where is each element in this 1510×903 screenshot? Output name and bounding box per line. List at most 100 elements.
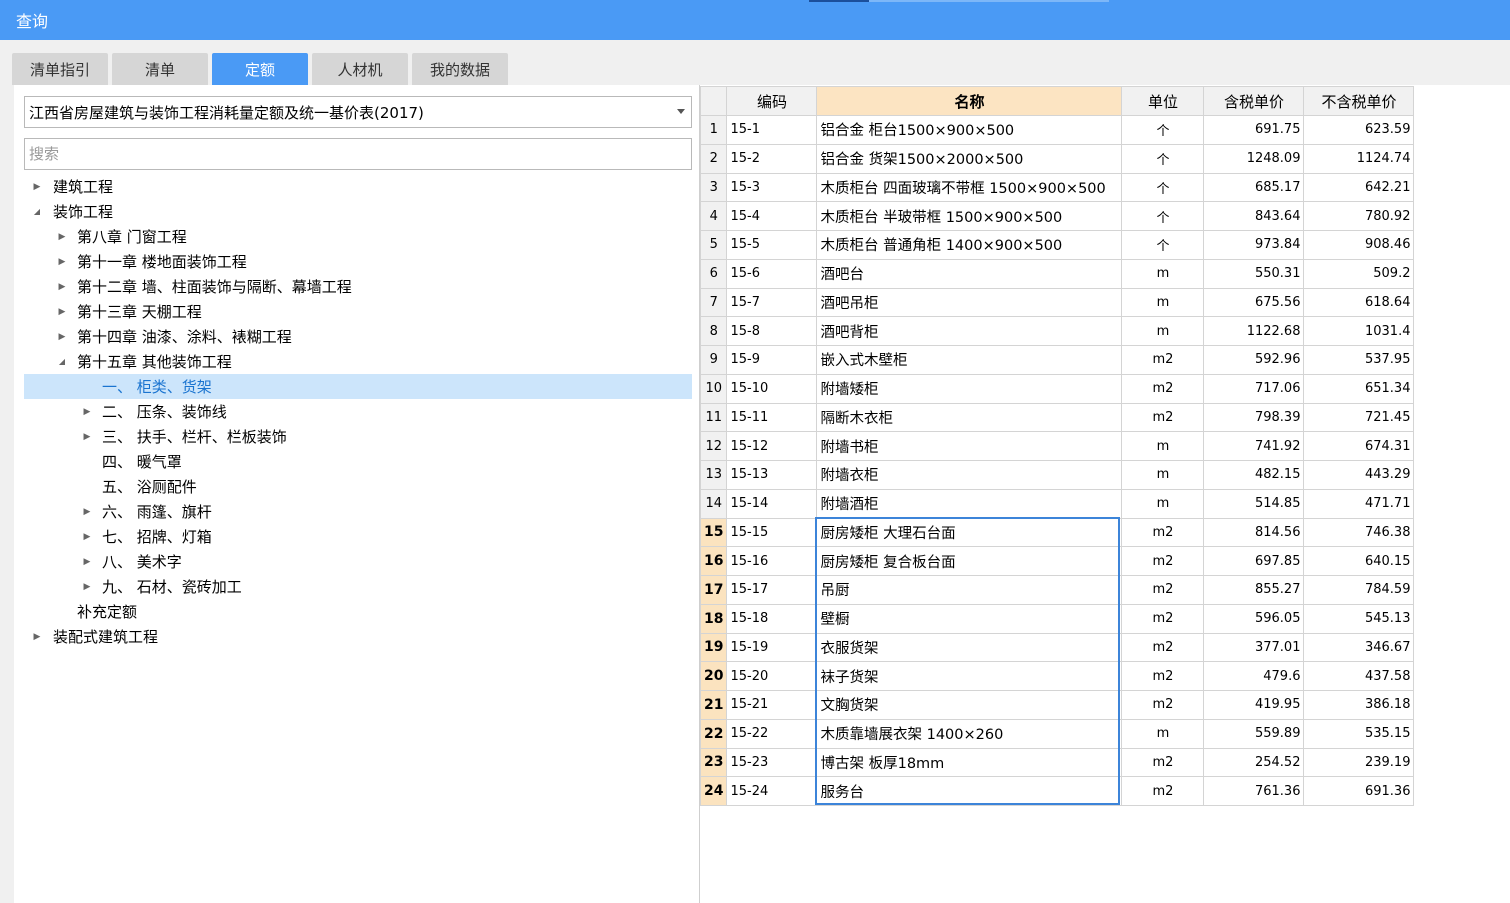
tree-node[interactable]: 四、 暖气罩 <box>24 449 692 474</box>
column-header-code[interactable]: 编码 <box>726 86 818 116</box>
quota-name-cell[interactable]: 壁橱 <box>816 603 1123 634</box>
column-header-price-with-tax[interactable]: 含税单价 <box>1203 86 1305 116</box>
search-field[interactable] <box>24 138 692 170</box>
row-number-cell[interactable]: 3 <box>699 172 728 203</box>
quota-code-cell[interactable]: 15-23 <box>726 747 818 778</box>
collapse-arrow-icon[interactable]: ▶ <box>82 532 92 542</box>
tree-node[interactable]: ◢ 第十五章 其他装饰工程 <box>24 349 692 374</box>
quota-name-cell[interactable]: 酒吧背柜 <box>816 316 1123 346</box>
price-without-tax-cell[interactable]: 642.21 <box>1303 172 1415 203</box>
price-with-tax-cell[interactable]: 685.17 <box>1203 172 1305 203</box>
column-header-price-without-tax[interactable]: 不含税单价 <box>1303 86 1415 116</box>
price-with-tax-cell[interactable]: 973.84 <box>1203 230 1305 260</box>
search-input[interactable] <box>25 139 691 169</box>
unit-cell[interactable]: 个 <box>1121 172 1205 203</box>
collapse-arrow-icon[interactable]: ▶ <box>57 282 67 292</box>
row-number-cell[interactable]: 18 <box>699 603 728 634</box>
price-without-tax-cell[interactable]: 443.29 <box>1303 460 1415 490</box>
price-with-tax-cell[interactable]: 741.92 <box>1203 431 1305 461</box>
price-with-tax-cell[interactable]: 377.01 <box>1203 632 1305 663</box>
row-number-cell[interactable]: 13 <box>699 460 728 490</box>
unit-cell[interactable]: m2 <box>1121 546 1205 576</box>
price-without-tax-cell[interactable]: 721.45 <box>1303 402 1415 433</box>
row-number-cell[interactable]: 10 <box>699 373 728 404</box>
price-without-tax-cell[interactable]: 239.19 <box>1303 747 1415 778</box>
unit-cell[interactable]: m <box>1121 488 1205 519</box>
unit-cell[interactable]: m <box>1121 718 1205 749</box>
collapse-arrow-icon[interactable]: ▶ <box>32 632 42 642</box>
tree-node[interactable]: ▶ 二、 压条、装饰线 <box>24 399 692 424</box>
quota-code-cell[interactable]: 15-2 <box>726 143 818 174</box>
table-row[interactable]: 10 15-10 附墙矮柜 m2 717.06 651.34 <box>699 373 1415 404</box>
quota-code-cell[interactable]: 15-9 <box>726 345 818 375</box>
unit-cell[interactable]: m <box>1121 460 1205 490</box>
price-without-tax-cell[interactable]: 537.95 <box>1303 345 1415 375</box>
collapse-arrow-icon[interactable]: ▶ <box>82 432 92 442</box>
quota-name-cell[interactable]: 酒吧吊柜 <box>816 287 1123 318</box>
collapse-arrow-icon[interactable]: ▶ <box>57 307 67 317</box>
table-row[interactable]: 11 15-11 隔断木衣柜 m2 798.39 721.45 <box>699 402 1415 433</box>
quota-name-cell[interactable]: 附墙矮柜 <box>816 373 1123 404</box>
quota-name-cell[interactable]: 厨房矮柜 复合板台面 <box>816 546 1123 576</box>
row-number-cell[interactable]: 6 <box>699 258 728 289</box>
price-with-tax-cell[interactable]: 697.85 <box>1203 546 1305 576</box>
unit-cell[interactable]: m2 <box>1121 776 1205 806</box>
price-with-tax-cell[interactable]: 479.6 <box>1203 661 1305 691</box>
quota-name-cell[interactable]: 吊厨 <box>816 575 1123 605</box>
tree-node[interactable]: ▶ 装配式建筑工程 <box>24 624 692 649</box>
unit-cell[interactable]: m2 <box>1121 345 1205 375</box>
unit-cell[interactable]: m2 <box>1121 517 1205 548</box>
quota-name-cell[interactable]: 木质柜台 普通角柜 1400×900×500 <box>816 230 1123 260</box>
quota-name-cell[interactable]: 博古架 板厚18mm <box>816 747 1123 778</box>
unit-cell[interactable]: 个 <box>1121 230 1205 260</box>
unit-cell[interactable]: m2 <box>1121 402 1205 433</box>
unit-cell[interactable]: m2 <box>1121 575 1205 605</box>
table-row[interactable]: 23 15-23 博古架 板厚18mm m2 254.52 239.19 <box>699 747 1415 778</box>
row-number-cell[interactable]: 15 <box>699 517 728 548</box>
tab-quota[interactable]: 定额 <box>212 53 308 85</box>
tree-node[interactable]: 五、 浴厕配件 <box>24 474 692 499</box>
price-without-tax-cell[interactable]: 545.13 <box>1303 603 1415 634</box>
unit-cell[interactable]: m2 <box>1121 661 1205 691</box>
unit-cell[interactable]: 个 <box>1121 115 1205 145</box>
quota-name-cell[interactable]: 衣服货架 <box>816 632 1123 663</box>
tab-list[interactable]: 清单 <box>112 53 208 85</box>
quota-code-cell[interactable]: 15-17 <box>726 575 818 605</box>
table-row[interactable]: 13 15-13 附墙衣柜 m 482.15 443.29 <box>699 460 1415 490</box>
quota-name-cell[interactable]: 木质柜台 半玻带框 1500×900×500 <box>816 201 1123 231</box>
price-without-tax-cell[interactable]: 386.18 <box>1303 690 1415 720</box>
row-number-cell[interactable]: 21 <box>699 690 728 720</box>
quota-name-cell[interactable]: 木质柜台 四面玻璃不带框 1500×900×500 <box>816 172 1123 203</box>
price-without-tax-cell[interactable]: 780.92 <box>1303 201 1415 231</box>
tree-node[interactable]: ▶ 建筑工程 <box>24 174 692 199</box>
table-row[interactable]: 16 15-16 厨房矮柜 复合板台面 m2 697.85 640.15 <box>699 546 1415 576</box>
row-number-cell[interactable]: 5 <box>699 230 728 260</box>
unit-cell[interactable]: m <box>1121 316 1205 346</box>
row-number-cell[interactable]: 8 <box>699 316 728 346</box>
price-with-tax-cell[interactable]: 559.89 <box>1203 718 1305 749</box>
tree-node[interactable]: 补充定额 <box>24 599 692 624</box>
quota-name-cell[interactable]: 服务台 <box>816 776 1123 806</box>
price-with-tax-cell[interactable]: 691.75 <box>1203 115 1305 145</box>
collapse-arrow-icon[interactable]: ▶ <box>82 557 92 567</box>
table-row[interactable]: 1 15-1 铝合金 柜台1500×900×500 个 691.75 623.59 <box>699 115 1415 145</box>
tab-list-guide[interactable]: 清单指引 <box>12 53 108 85</box>
price-without-tax-cell[interactable]: 651.34 <box>1303 373 1415 404</box>
price-with-tax-cell[interactable]: 592.96 <box>1203 345 1305 375</box>
tree-node[interactable]: ▶ 九、 石材、瓷砖加工 <box>24 574 692 599</box>
tree-node[interactable]: 一、 柜类、货架 <box>24 374 692 399</box>
collapse-arrow-icon[interactable]: ▶ <box>32 182 42 192</box>
tree-node[interactable]: ▶ 七、 招牌、灯箱 <box>24 524 692 549</box>
row-number-cell[interactable]: 4 <box>699 201 728 231</box>
price-with-tax-cell[interactable]: 843.64 <box>1203 201 1305 231</box>
price-without-tax-cell[interactable]: 1031.4 <box>1303 316 1415 346</box>
collapse-arrow-icon[interactable]: ▶ <box>82 407 92 417</box>
quota-name-cell[interactable]: 隔断木衣柜 <box>816 402 1123 433</box>
unit-cell[interactable]: m2 <box>1121 603 1205 634</box>
tree-node[interactable]: ◢ 装饰工程 <box>24 199 692 224</box>
table-row[interactable]: 4 15-4 木质柜台 半玻带框 1500×900×500 个 843.64 780.92 <box>699 201 1415 231</box>
tab-my-data[interactable]: 我的数据 <box>412 53 508 85</box>
table-row[interactable]: 8 15-8 酒吧背柜 m 1122.68 1031.4 <box>699 316 1415 346</box>
quota-name-cell[interactable]: 木质靠墙展衣架 1400×260 <box>816 718 1123 749</box>
collapse-arrow-icon[interactable]: ▶ <box>57 257 67 267</box>
